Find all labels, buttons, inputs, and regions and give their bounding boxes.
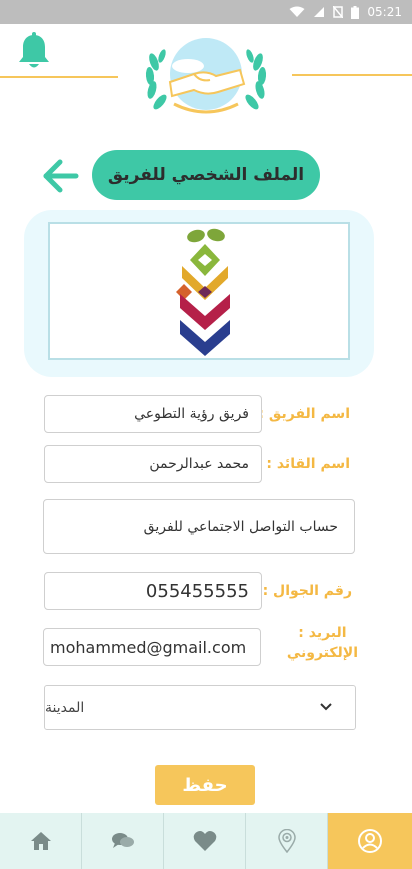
header-divider-right xyxy=(292,74,412,76)
email-label-line1: البريد : xyxy=(298,625,347,641)
leader-name-label: اسم القائد : xyxy=(266,456,350,472)
location-icon xyxy=(277,829,296,853)
chat-icon xyxy=(111,833,134,848)
mobile-value: 055455555 xyxy=(145,580,249,602)
save-button[interactable]: حفظ xyxy=(155,765,255,805)
no-sim-icon xyxy=(333,6,344,18)
team-name-field[interactable]: فريق رؤية التطوعي xyxy=(44,395,262,433)
status-time: 05:21 xyxy=(367,5,402,19)
signal-icon xyxy=(314,7,325,17)
heart-icon xyxy=(193,831,216,851)
bottom-nav xyxy=(0,813,412,869)
volunteer-hands-laurel-logo xyxy=(145,38,267,114)
social-account-field[interactable]: حساب التواصل الاجتماعي للفريق xyxy=(43,499,355,554)
nav-location[interactable] xyxy=(246,813,328,869)
mobile-field[interactable]: 055455555 xyxy=(44,572,262,610)
nav-chat[interactable] xyxy=(82,813,164,869)
team-name-label: اسم الفريق : xyxy=(258,406,350,422)
page-title: الملف الشخصي للفريق xyxy=(92,150,320,200)
nav-favorites[interactable] xyxy=(164,813,246,869)
email-label: البريد : الإلكتروني xyxy=(287,624,358,663)
status-icons: 05:21 xyxy=(289,0,402,24)
profile-icon xyxy=(358,829,382,853)
leader-name-value: محمد عبدالرحمن xyxy=(149,456,249,472)
social-account-placeholder: حساب التواصل الاجتماعي للفريق xyxy=(143,518,338,535)
header-divider-left xyxy=(0,76,118,78)
home-icon xyxy=(30,832,51,850)
city-select-value: المدينة xyxy=(45,699,85,716)
city-select[interactable]: المدينة xyxy=(44,685,356,730)
email-value: mohammed@gmail.com xyxy=(50,637,247,657)
team-name-value: فريق رؤية التطوعي xyxy=(134,406,249,422)
bell-icon[interactable] xyxy=(16,32,52,72)
battery-icon xyxy=(351,5,360,19)
mobile-label: رقم الجوال : xyxy=(262,583,352,599)
team-emblem-logo xyxy=(176,228,230,356)
chevron-down-icon xyxy=(320,703,332,711)
nav-profile[interactable] xyxy=(328,813,412,869)
wifi-icon xyxy=(289,6,305,17)
arrow-left-icon[interactable] xyxy=(40,158,80,194)
leader-name-field[interactable]: محمد عبدالرحمن xyxy=(44,445,262,483)
nav-home[interactable] xyxy=(0,813,82,869)
status-bar: 05:21 xyxy=(0,0,412,24)
email-label-line2: الإلكتروني xyxy=(286,644,358,661)
email-field[interactable]: mohammed@gmail.com xyxy=(43,628,261,666)
